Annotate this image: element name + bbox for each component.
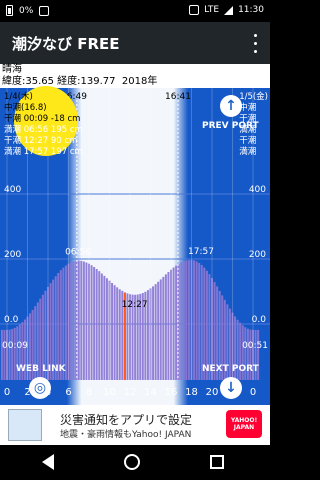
x-tick-label: 6 (65, 387, 71, 398)
network-type: LTE (204, 5, 220, 15)
high-tide-annotation: 06:56 (65, 248, 91, 258)
x-tick-label: 12 (124, 387, 137, 398)
high-tide-annotation: 17:57 (188, 247, 214, 257)
tide-event-row: 満潮 06:56 195 cm (4, 125, 83, 135)
web-link-button[interactable]: ◎ (29, 377, 51, 399)
x-tick-label: 0 (4, 387, 10, 398)
right-day-tide-type: 中潮 (239, 103, 257, 113)
x-tick-label: 10 (103, 387, 116, 398)
x-tick-label: 18 (185, 387, 198, 398)
tide-event-row: 満潮 17:57 197 cm (4, 147, 83, 157)
y-tick-label: 400 (4, 185, 21, 195)
app-bar: 潮汐なび FREE (0, 22, 270, 64)
battery-percent: 0% (19, 5, 34, 16)
left-day-date: 1/4(木) (4, 92, 33, 102)
y-tick-label: 0.0 (4, 315, 19, 325)
arrow-up-icon: ↑ (225, 98, 237, 114)
right-day-date: 1/5(金) (239, 92, 268, 102)
left-day-tide-type: 中潮(16.8) (4, 103, 47, 113)
right-day-label: 満潮 (239, 147, 257, 157)
x-tick-label: 0 (250, 387, 256, 398)
vibrate-icon (189, 5, 200, 15)
clock: 11:30 (238, 5, 264, 15)
low-tide-annotation: 00:09 (2, 341, 28, 351)
tide-event-row: 干潮 00:09 -18 cm (4, 114, 81, 124)
x-tick-label: 8 (86, 387, 92, 398)
y-tick-label: 200 (249, 250, 266, 260)
recent-apps-icon[interactable] (210, 455, 224, 469)
next-port-label[interactable]: NEXT PORT (202, 364, 259, 374)
low-tide-annotation: 12:27 (122, 300, 148, 310)
y-tick-label: 0.0 (252, 315, 267, 325)
app-title: 潮汐なび FREE (12, 35, 120, 53)
location-info: 晴海 緯度:35.65 経度:139.77 2018年 (0, 64, 270, 88)
ad-banner[interactable]: 災害通知をアプリで設定 地震・豪雨情報もYahoo! JAPAN YAHOO! … (0, 405, 270, 445)
battery-icon (6, 5, 13, 16)
yahoo-logo: YAHOO! JAPAN (226, 410, 262, 438)
left-day-tide-table: 1/4(木) 中潮(16.8) 干潮 00:09 -18 cm 満潮 06:56… (4, 92, 83, 158)
low-tide-annotation: 00:51 (242, 341, 268, 351)
tide-event-row: 干潮 12:27 90 cm (4, 136, 78, 146)
status-bar: 0% LTE 11:30 (0, 0, 270, 22)
signal-icon (224, 5, 234, 15)
home-icon[interactable] (124, 454, 140, 470)
coordinates: 緯度:35.65 経度:139.77 (2, 76, 116, 87)
web-link-label[interactable]: WEB LINK (16, 364, 66, 374)
ad-subline: 地震・豪雨情報もYahoo! JAPAN (60, 430, 192, 440)
notification-icon (39, 5, 50, 16)
right-day-label: 干潮 (239, 136, 257, 146)
y-tick-label: 200 (4, 250, 21, 260)
next-port-button[interactable]: ↓ (220, 377, 242, 399)
system-nav-bar (0, 445, 270, 480)
sunset-label: 16:41 (165, 92, 191, 102)
globe-icon: ◎ (33, 380, 47, 396)
back-icon[interactable] (42, 454, 54, 470)
x-tick-label: 20 (206, 387, 219, 398)
x-tick-label: 14 (144, 387, 157, 398)
ad-thumbnail (8, 409, 42, 441)
x-tick-label: 16 (165, 387, 178, 398)
place-name: 晴海 (2, 64, 22, 75)
year: 2018年 (121, 76, 158, 87)
y-tick-label: 400 (249, 185, 266, 195)
ad-headline: 災害通知をアプリで設定 (60, 413, 193, 427)
prev-port-button[interactable]: ↑ (220, 95, 242, 117)
arrow-down-icon: ↓ (225, 380, 237, 396)
overflow-menu-icon[interactable] (246, 31, 264, 55)
prev-port-label[interactable]: PREV PORT (202, 121, 259, 131)
